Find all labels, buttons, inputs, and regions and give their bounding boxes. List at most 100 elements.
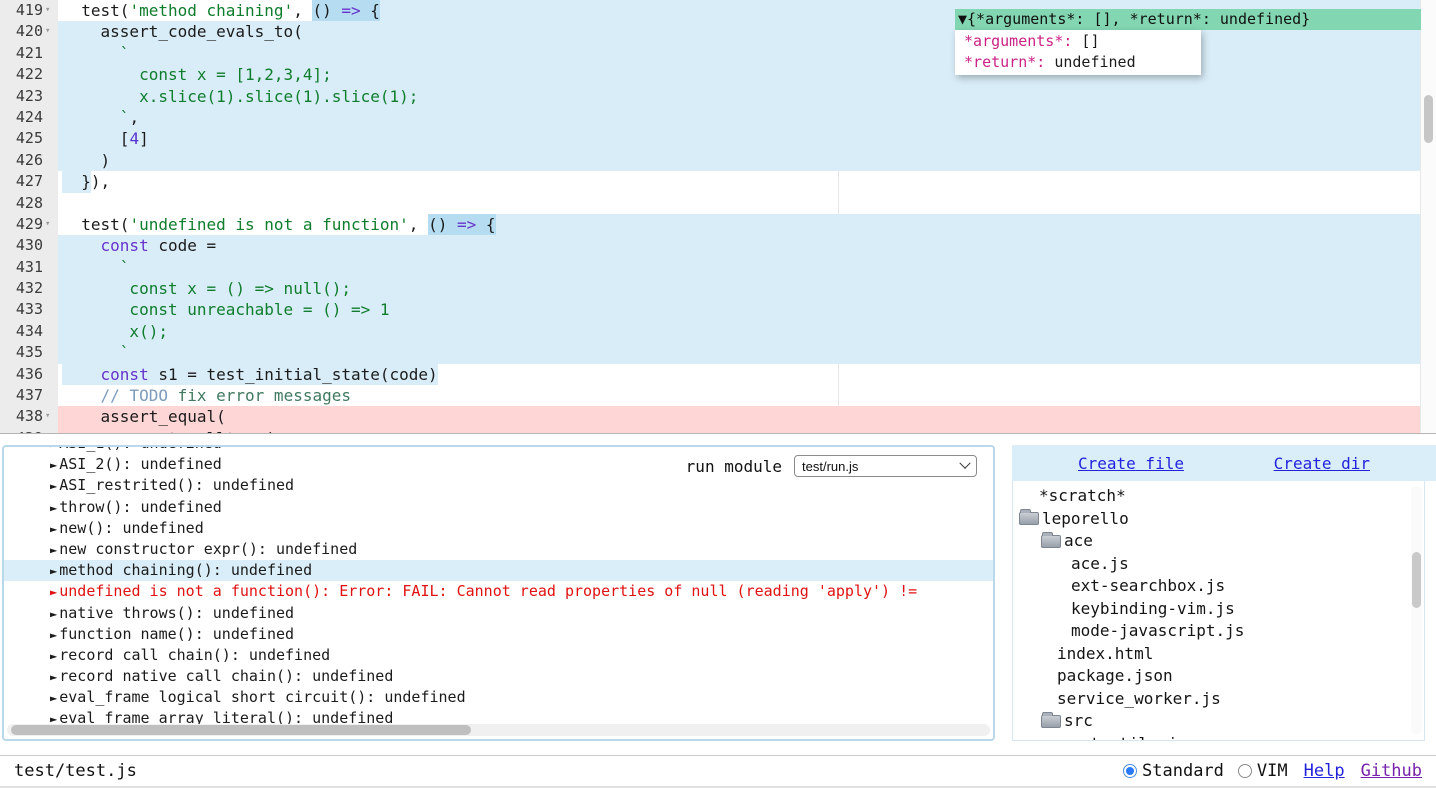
- expand-arrow-icon[interactable]: ►: [50, 628, 57, 642]
- tree-item-file[interactable]: ext-searchbox.js: [1013, 575, 1424, 598]
- tree-item-label: ext-searchbox.js: [1071, 575, 1225, 598]
- code-text[interactable]: test('undefined is not a function', () =…: [58, 214, 1436, 235]
- code-line[interactable]: 434 x();: [0, 321, 1436, 342]
- code-line[interactable]: 424 `,: [0, 107, 1436, 128]
- test-result-item[interactable]: ►record native call chain(): undefined: [4, 666, 993, 687]
- code-line[interactable]: 439 assert_calltree(: [0, 428, 1436, 434]
- expand-arrow-icon[interactable]: ►: [50, 564, 57, 578]
- output-horizontal-scrollbar[interactable]: [7, 724, 990, 736]
- code-token: [62, 364, 101, 385]
- keybinding-mode-option[interactable]: Standard: [1123, 761, 1224, 781]
- tree-item-folder[interactable]: ace: [1013, 530, 1424, 553]
- code-text[interactable]: assert_equal(: [58, 406, 1436, 427]
- code-line[interactable]: 430 const code =: [0, 235, 1436, 256]
- link-github[interactable]: Github: [1361, 761, 1422, 781]
- code-line[interactable]: 438▾ assert_equal(: [0, 406, 1436, 427]
- tree-item-folder[interactable]: src: [1013, 710, 1424, 733]
- expand-arrow-icon[interactable]: ►: [50, 458, 57, 472]
- output-horizontal-scrollbar-thumb[interactable]: [11, 725, 471, 735]
- tree-item-file[interactable]: mode-javascript.js: [1013, 620, 1424, 643]
- code-text[interactable]: ): [58, 150, 1436, 171]
- fold-arrow-icon[interactable]: ▾: [43, 406, 58, 427]
- test-result-item[interactable]: ►ASI_restrited(): undefined: [4, 475, 993, 496]
- test-result-item[interactable]: ►method chaining(): undefined: [4, 560, 993, 581]
- link-help[interactable]: Help: [1304, 761, 1345, 781]
- test-result-item[interactable]: ►new constructor expr(): undefined: [4, 539, 993, 560]
- code-line[interactable]: 425 [4]: [0, 128, 1436, 149]
- code-text[interactable]: x.slice(1).slice(1).slice(1);: [58, 86, 1436, 107]
- code-line[interactable]: 437 // TODO fix error messages: [0, 385, 1436, 406]
- fold-arrow-icon[interactable]: ▾: [43, 214, 58, 235]
- code-editor[interactable]: 419▾ test('method chaining', () => {420▾…: [0, 0, 1436, 434]
- expand-arrow-icon[interactable]: ►: [50, 649, 57, 663]
- code-text[interactable]: `: [58, 342, 1436, 363]
- tooltip-value: []: [1072, 32, 1099, 50]
- test-result-item[interactable]: ►ASI_1(): undefined: [4, 445, 993, 454]
- code-text[interactable]: const x = () => null();: [58, 278, 1436, 299]
- expand-arrow-icon[interactable]: ►: [50, 501, 57, 515]
- expand-arrow-icon[interactable]: ►: [50, 585, 57, 599]
- keybinding-mode-option[interactable]: VIM: [1238, 761, 1288, 781]
- code-text[interactable]: `: [58, 257, 1436, 278]
- code-line[interactable]: 432 const x = () => null();: [0, 278, 1436, 299]
- tooltip-header[interactable]: ▼{*arguments*: [], *return*: undefined}: [955, 9, 1421, 30]
- code-line[interactable]: 433 const unreachable = () => 1: [0, 299, 1436, 320]
- test-result-item[interactable]: ►record call chain(): undefined: [4, 645, 993, 666]
- test-result-item[interactable]: ►function name(): undefined: [4, 624, 993, 645]
- expand-arrow-icon[interactable]: ►: [50, 670, 57, 684]
- code-text[interactable]: assert_calltree(: [58, 428, 1436, 434]
- tree-item-file[interactable]: service_worker.js: [1013, 688, 1424, 711]
- tree-item-file[interactable]: ace.js: [1013, 553, 1424, 576]
- radio-checked-icon[interactable]: [1123, 764, 1137, 778]
- create-file-link[interactable]: Create file: [1078, 454, 1184, 473]
- radio-unchecked-icon[interactable]: [1238, 764, 1252, 778]
- code-line[interactable]: 435 `: [0, 342, 1436, 363]
- expand-arrow-icon[interactable]: ►: [50, 445, 57, 451]
- fold-arrow-icon[interactable]: ▾: [43, 21, 58, 42]
- test-result-item[interactable]: ►eval_frame logical short circuit(): und…: [4, 687, 993, 708]
- test-result-item[interactable]: ►throw(): undefined: [4, 497, 993, 518]
- tree-item-file[interactable]: *scratch*: [1013, 485, 1424, 508]
- code-line[interactable]: 426 ): [0, 150, 1436, 171]
- tree-scrollbar-thumb[interactable]: [1412, 552, 1421, 608]
- code-text[interactable]: const code =: [58, 235, 1436, 256]
- code-text[interactable]: }),: [58, 171, 1436, 192]
- code-line[interactable]: 423 x.slice(1).slice(1).slice(1);: [0, 86, 1436, 107]
- line-number: 438: [16, 406, 43, 427]
- tooltip-entry[interactable]: *arguments*: []: [955, 31, 1201, 52]
- code-text[interactable]: [58, 193, 1436, 214]
- code-line[interactable]: 428: [0, 193, 1436, 214]
- fold-arrow-icon[interactable]: ▾: [43, 0, 58, 21]
- code-text[interactable]: const s1 = test_initial_state(code): [58, 364, 1436, 385]
- expand-arrow-icon[interactable]: ►: [50, 691, 57, 705]
- tree-item-folder[interactable]: leporello: [1013, 508, 1424, 531]
- expand-arrow-icon[interactable]: ►: [50, 522, 57, 536]
- test-result-item[interactable]: ►undefined is not a function(): Error: F…: [4, 581, 993, 602]
- run-module-select[interactable]: test/run.js: [794, 455, 977, 477]
- expand-arrow-icon[interactable]: ►: [50, 479, 57, 493]
- editor-scrollbar[interactable]: [1420, 0, 1436, 433]
- code-text[interactable]: const unreachable = () => 1: [58, 299, 1436, 320]
- tree-item-file[interactable]: keybinding-vim.js: [1013, 598, 1424, 621]
- expand-arrow-icon[interactable]: ►: [50, 607, 57, 621]
- tree-item-file[interactable]: package.json: [1013, 665, 1424, 688]
- tree-item-file[interactable]: ast_utils.js: [1013, 733, 1424, 742]
- code-line[interactable]: 436 const s1 = test_initial_state(code): [0, 364, 1436, 385]
- create-dir-link[interactable]: Create dir: [1274, 454, 1370, 473]
- code-line[interactable]: 429▾ test('undefined is not a function',…: [0, 214, 1436, 235]
- code-token: {: [361, 0, 380, 21]
- editor-scrollbar-thumb[interactable]: [1424, 95, 1433, 143]
- code-line[interactable]: 427 }),: [0, 171, 1436, 192]
- test-result-item[interactable]: ►new(): undefined: [4, 518, 993, 539]
- tree-item-file[interactable]: index.html: [1013, 643, 1424, 666]
- code-text[interactable]: `,: [58, 107, 1436, 128]
- expand-arrow-icon[interactable]: ►: [50, 543, 57, 557]
- tooltip-entry[interactable]: *return*: undefined: [955, 52, 1201, 73]
- test-result-item[interactable]: ►native throws(): undefined: [4, 603, 993, 624]
- code-text[interactable]: [4]: [58, 128, 1436, 149]
- code-text[interactable]: x();: [58, 321, 1436, 342]
- code-line[interactable]: 431 `: [0, 257, 1436, 278]
- code-text[interactable]: // TODO fix error messages: [58, 385, 1436, 406]
- line-number: 421: [16, 43, 43, 64]
- tree-scrollbar[interactable]: [1411, 486, 1422, 734]
